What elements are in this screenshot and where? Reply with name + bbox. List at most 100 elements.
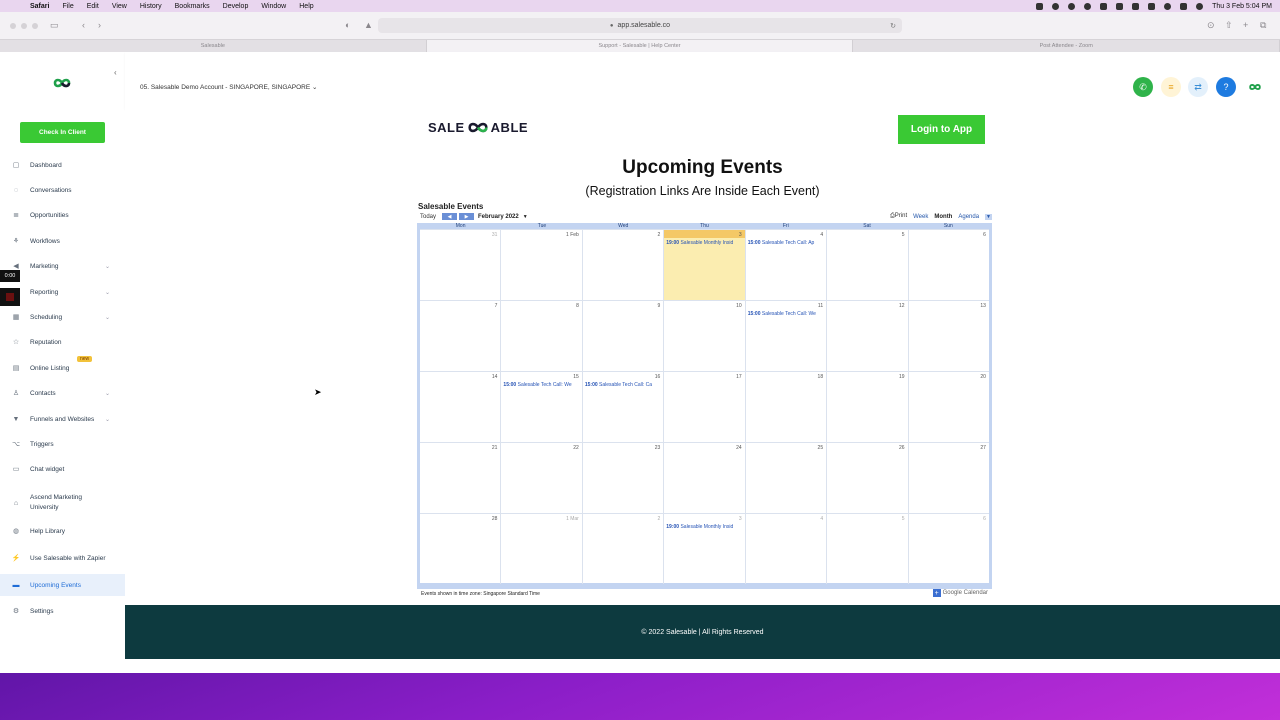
sidebar-item-help-library[interactable]: ◍ Help Library (0, 520, 125, 542)
share-icon[interactable]: ⇧ (1225, 20, 1233, 31)
sidebar-item-ascend-marketing-university[interactable]: ⌂ Ascend Marketing University (0, 489, 125, 517)
print-button[interactable]: ⎙Print (890, 213, 907, 220)
control-center-icon[interactable] (1180, 2, 1188, 10)
prev-month-button[interactable]: ◀ (442, 213, 458, 220)
collapse-sidebar-icon[interactable]: ‹ (114, 68, 117, 77)
calendar-event[interactable]: 15:00 Salesable Tech Call: We (503, 382, 581, 388)
new-tab-icon[interactable]: + (1243, 20, 1248, 30)
reload-icon[interactable]: ↻ (890, 22, 896, 30)
siri-icon[interactable] (1196, 2, 1204, 10)
forward-icon[interactable]: › (98, 20, 101, 30)
menu-edit[interactable]: Edit (87, 3, 99, 10)
account-switcher[interactable]: 05. Salesable Demo Account - SINGAPORE, … (140, 83, 317, 91)
calendar-day-cell[interactable]: 21 (420, 443, 500, 513)
calendar-day-cell[interactable]: 5 (826, 230, 907, 300)
volume-icon[interactable] (1132, 2, 1140, 10)
sidebar-item-scheduling[interactable]: ▦ Scheduling ⌄ (0, 306, 125, 328)
zoom-window-button[interactable] (32, 22, 38, 29)
sidebar-item-reputation[interactable]: ☆ Reputation (0, 331, 125, 353)
week-view-tab[interactable]: Week (913, 214, 928, 220)
sidebar-item-conversations[interactable]: ◌ Conversations (0, 179, 125, 201)
back-icon[interactable]: ‹ (82, 20, 85, 30)
calendar-day-cell[interactable]: 17 (663, 372, 744, 442)
warning-icon[interactable]: ▲ (364, 20, 373, 30)
google-calendar-link[interactable]: + Google Calendar (932, 589, 988, 597)
sidebar-item-use-salesable-with-zapier[interactable]: ⚡ Use Salesable with Zapier (0, 547, 125, 569)
salesable-logo-icon[interactable] (49, 76, 75, 90)
sidebar-item-settings[interactable]: ⚙ Settings (0, 600, 125, 622)
sidebar-item-contacts[interactable]: ♙ Contacts ⌄ (0, 382, 125, 404)
status-icon[interactable] (1100, 2, 1108, 10)
calendar-event[interactable]: 15:00 Salesable Tech Call: Ap (748, 240, 826, 246)
phone-button[interactable]: ✆ (1133, 77, 1153, 97)
calendar-day-cell[interactable]: 20 (907, 372, 989, 442)
calendar-day-cell[interactable]: 6 (907, 230, 989, 300)
status-icon[interactable] (1084, 2, 1092, 10)
calendar-event[interactable]: 19:00 Salesable Monthly Insid (666, 240, 744, 246)
menu-view[interactable]: View (112, 3, 127, 10)
calendar-day-cell[interactable]: 23 (581, 443, 663, 513)
close-window-button[interactable] (10, 22, 16, 29)
today-button[interactable]: Today (420, 214, 436, 220)
calendar-day-cell[interactable]: 6 (907, 514, 989, 584)
menu-app-name[interactable]: Safari (30, 3, 49, 10)
shield-icon[interactable]: ◐ (345, 20, 350, 30)
calendar-day-cell[interactable]: 16 15:00 Salesable Tech Call: Ca (581, 372, 663, 442)
calendar-event[interactable]: 15:00 Salesable Tech Call: Ca (585, 382, 663, 388)
tab-support[interactable]: Support - Salesable | Help Center (426, 40, 854, 52)
calendar-day-cell[interactable]: 12 (826, 301, 907, 371)
menu-help[interactable]: Help (299, 3, 313, 10)
calendar-day-cell[interactable]: 1 Feb (500, 230, 581, 300)
calendar-day-cell[interactable]: 5 (826, 514, 907, 584)
calendar-day-cell[interactable]: 18 (744, 372, 826, 442)
calendar-day-cell[interactable]: 22 (500, 443, 581, 513)
calendar-day-cell[interactable]: 4 (744, 514, 826, 584)
stop-recording-button[interactable] (0, 288, 20, 306)
profile-logo-icon[interactable] (1246, 81, 1264, 93)
check-in-client-button[interactable]: Check In Client (20, 122, 105, 143)
calendar-day-cell[interactable]: 4 15:00 Salesable Tech Call: Ap (744, 230, 826, 300)
sidebar-item-triggers[interactable]: ⌥ Triggers (0, 433, 125, 455)
view-dropdown-icon[interactable]: ▼ (985, 213, 992, 220)
menu-window[interactable]: Window (261, 3, 286, 10)
sidebar-item-opportunities[interactable]: ≣ Opportunities (0, 204, 125, 226)
sidebar-item-workflows[interactable]: ⚘ Workflows (0, 230, 125, 252)
search-icon[interactable] (1164, 2, 1172, 10)
sidebar-item-funnels-and-websites[interactable]: ▼ Funnels and Websites ⌄ (0, 408, 125, 430)
minimize-window-button[interactable] (21, 22, 27, 29)
calendar-event[interactable]: 15:00 Salesable Tech Call: We (748, 311, 826, 317)
calendar-day-cell[interactable]: 24 (663, 443, 744, 513)
switch-button[interactable]: ⇄ (1188, 77, 1208, 97)
calendar-day-cell[interactable]: 25 (744, 443, 826, 513)
month-label[interactable]: February 2022 (478, 214, 519, 220)
sidebar-item-dashboard[interactable]: ▢ Dashboard (0, 154, 125, 176)
login-to-app-button[interactable]: Login to App (898, 115, 985, 144)
tab-salesable[interactable]: Salesable (0, 40, 427, 52)
wifi-icon[interactable] (1116, 2, 1124, 10)
menu-bookmarks[interactable]: Bookmarks (175, 3, 210, 10)
calendar-day-cell[interactable]: 7 (420, 301, 500, 371)
menu-history[interactable]: History (140, 3, 162, 10)
calendar-day-cell[interactable]: 26 (826, 443, 907, 513)
calendar-day-cell[interactable]: 3 19:00 Salesable Monthly Insid (663, 230, 745, 300)
sidebar-item-upcoming-events[interactable]: ▬ Upcoming Events (0, 574, 125, 596)
tasks-button[interactable]: ≡ (1161, 77, 1181, 97)
sidebar-item-online-listing[interactable]: ▤ Online Listing new (0, 356, 125, 379)
address-bar[interactable]: ● app.salesable.co ↻ (378, 18, 902, 33)
calendar-day-cell[interactable]: 27 (907, 443, 989, 513)
calendar-day-cell[interactable]: 2 (581, 230, 663, 300)
calendar-day-cell[interactable]: 11 15:00 Salesable Tech Call: We (744, 301, 826, 371)
month-dropdown-icon[interactable]: ▼ (523, 214, 528, 220)
sidebar-item-chat-widget[interactable]: ▭ Chat widget (0, 458, 125, 480)
menu-develop[interactable]: Develop (223, 3, 249, 10)
tab-zoom[interactable]: Post Attendee - Zoom (853, 40, 1280, 52)
tab-overview-icon[interactable]: ⧉ (1260, 20, 1266, 31)
download-icon[interactable]: ⊙ (1207, 20, 1215, 31)
next-month-button[interactable]: ▶ (459, 213, 475, 220)
calendar-day-cell[interactable]: 2 (581, 514, 663, 584)
help-button[interactable]: ? (1216, 77, 1236, 97)
status-icon[interactable] (1036, 2, 1044, 10)
month-view-tab[interactable]: Month (934, 214, 952, 220)
agenda-view-tab[interactable]: Agenda (958, 214, 979, 220)
calendar-day-cell[interactable]: 19 (826, 372, 907, 442)
